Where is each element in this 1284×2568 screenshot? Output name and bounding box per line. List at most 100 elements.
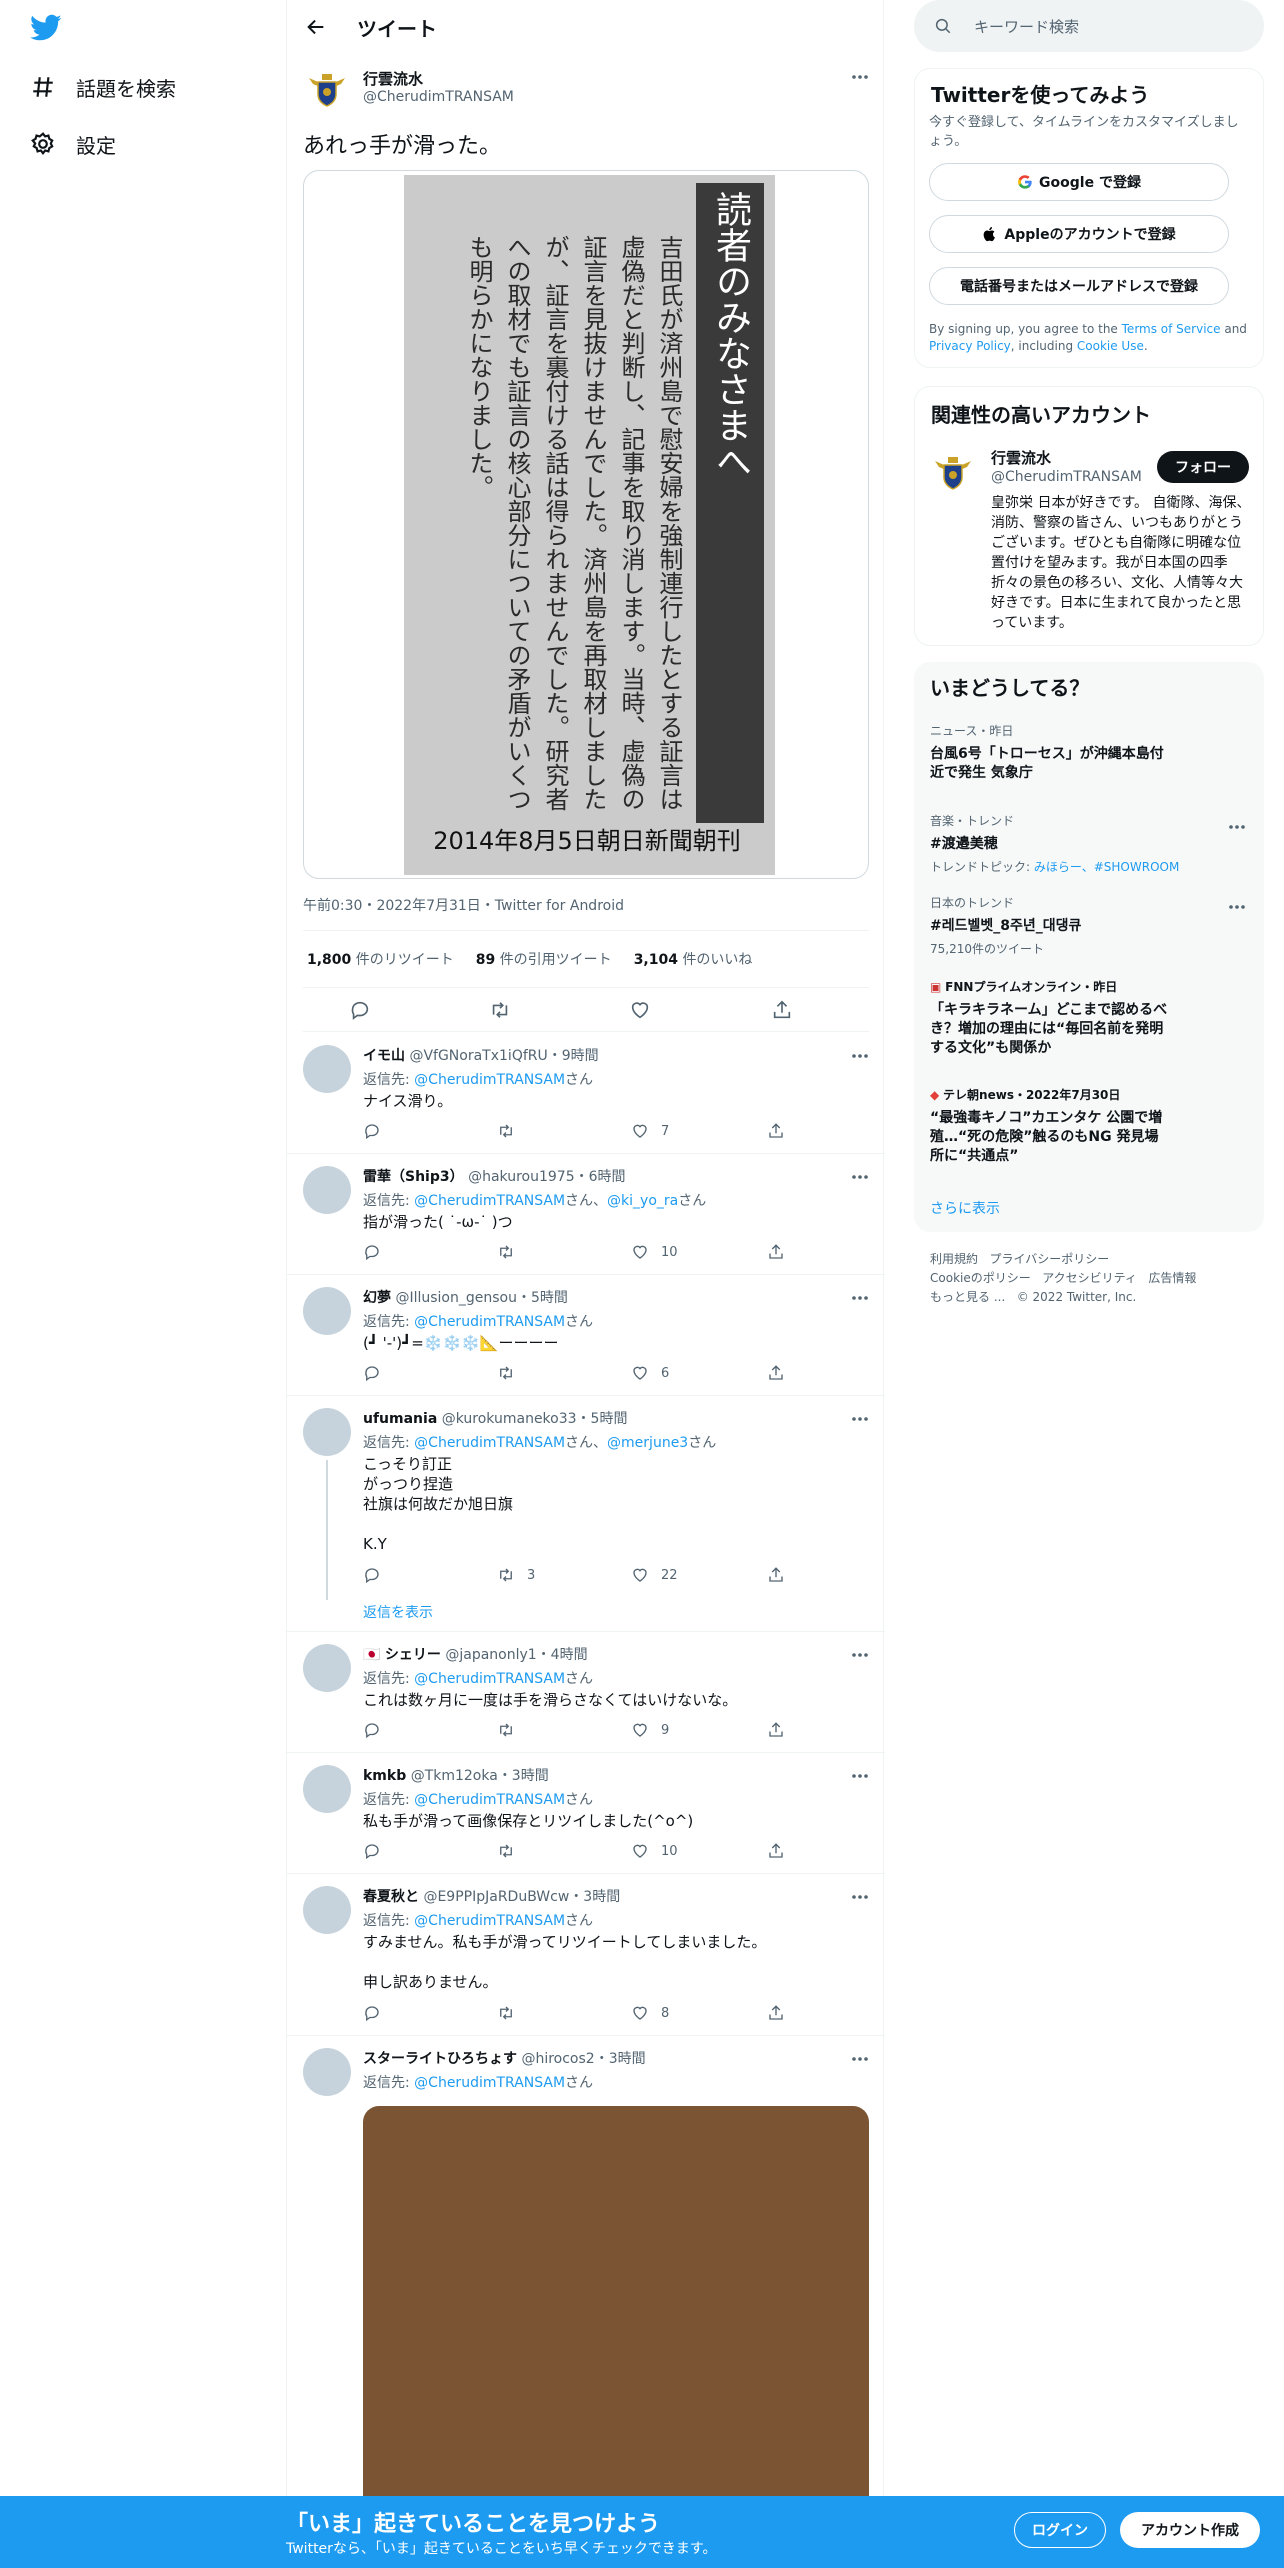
reply-handle[interactable]: @japanonly1 — [445, 1647, 536, 1663]
reply-time[interactable]: ・5時間 — [577, 1411, 628, 1427]
more-icon[interactable] — [851, 1652, 869, 1658]
share-icon[interactable] — [767, 1243, 797, 1261]
more-icon[interactable] — [851, 2056, 869, 2062]
reply-tweet[interactable]: kmkb @Tkm12oka・3時間 返信先: @CherudimTRANSAM… — [287, 1753, 885, 1874]
footer-link[interactable]: 利用規約 — [930, 1252, 978, 1266]
reply-avatar[interactable] — [303, 1045, 351, 1093]
share-icon[interactable] — [767, 1721, 797, 1739]
apple-signup-button[interactable]: Appleのアカウントで登録 — [929, 215, 1229, 253]
retweet-icon[interactable] — [497, 1243, 527, 1261]
reply-to-link[interactable]: @CherudimTRANSAM — [414, 1435, 565, 1451]
reply-icon[interactable] — [363, 1721, 393, 1739]
reply-tweet[interactable]: ufumania @kurokumaneko33・5時間 返信先: @Cheru… — [287, 1396, 885, 1632]
retweet-button[interactable]: 3 — [497, 1566, 535, 1584]
reply-name[interactable]: 春夏秋と — [363, 1889, 419, 1905]
like-button[interactable]: 6 — [631, 1364, 669, 1382]
trend-item[interactable]: ▣ FNNプライムオンライン・昨日 「キラキラネーム」どこまで認めるべき？増加の… — [930, 978, 1250, 1058]
footer-link[interactable]: プライバシーポリシー — [989, 1252, 1109, 1266]
back-arrow-icon[interactable] — [305, 16, 327, 38]
reply-to-link[interactable]: @CherudimTRANSAM — [414, 2075, 565, 2091]
more-icon[interactable] — [851, 1894, 869, 1900]
reply-tweet[interactable]: 🇯🇵 シェリー @japanonly1・4時間 返信先: @CherudimTR… — [287, 1632, 885, 1753]
reply-time[interactable]: ・4時間 — [537, 1647, 588, 1663]
reply-time[interactable]: ・9時間 — [548, 1048, 599, 1064]
retweet-icon[interactable] — [497, 1122, 527, 1140]
retweet-icon[interactable] — [497, 2004, 527, 2022]
footer-link[interactable]: 広告情報 — [1148, 1271, 1196, 1285]
reply-tweet[interactable]: スターライトひろちょす @hirocos2・3時間 返信先: @Cherudim… — [287, 2036, 885, 2568]
reply-avatar[interactable] — [303, 1886, 351, 1934]
reply-name[interactable]: シェリー — [385, 1647, 441, 1663]
tweet-timestamp[interactable]: 午前0:30・2022年7月31日・Twitter for Android — [303, 895, 624, 915]
reply-tweet[interactable]: 幻夢 @Illusion_gensou・5時間 返信先: @CherudimTR… — [287, 1275, 885, 1396]
reply-to-link[interactable]: @CherudimTRANSAM — [414, 1072, 565, 1088]
reply-avatar[interactable] — [303, 1765, 351, 1813]
reply-handle[interactable]: @Tkm12oka — [411, 1768, 498, 1784]
like-count-link[interactable]: 3,104 件のいいね — [634, 949, 753, 969]
reply-to-link[interactable]: @CherudimTRANSAM — [414, 1314, 565, 1330]
more-icon[interactable] — [1228, 904, 1246, 910]
follow-button[interactable]: フォロー — [1157, 451, 1249, 483]
reply-avatar[interactable] — [303, 2048, 351, 2096]
more-icon[interactable] — [851, 1416, 869, 1422]
trend-item[interactable]: 日本のトレンド #레드벨벳_8주년_대댕큐 75,210件のツイート — [930, 894, 1250, 957]
reply-to-link-2[interactable]: @ki_yo_ra — [607, 1193, 678, 1209]
show-more-link[interactable]: さらに表示 — [930, 1198, 1000, 1218]
retweet-icon[interactable] — [489, 999, 511, 1021]
more-icon[interactable] — [851, 1174, 869, 1180]
terms-of-service-link[interactable]: Terms of Service — [1122, 322, 1221, 336]
author-name[interactable]: 行雲流水 — [363, 68, 423, 89]
retweet-count-link[interactable]: 1,800 件のリツイート — [307, 949, 454, 969]
reply-icon[interactable] — [363, 1243, 393, 1261]
share-icon[interactable] — [771, 999, 793, 1021]
reply-avatar[interactable] — [303, 1287, 351, 1335]
like-button[interactable]: 8 — [631, 2004, 669, 2022]
reply-handle[interactable]: @hirocos2 — [521, 2051, 594, 2067]
reply-icon[interactable] — [363, 2004, 393, 2022]
reply-icon[interactable] — [363, 1122, 393, 1140]
reply-name[interactable]: イモ山 — [363, 1048, 405, 1064]
nav-settings[interactable]: 設定 — [30, 124, 116, 164]
reply-tweet[interactable]: 雷華（Ship3） @hakurou1975・6時間 返信先: @Cherudi… — [287, 1154, 885, 1275]
reply-time[interactable]: ・3時間 — [595, 2051, 646, 2067]
privacy-policy-link[interactable]: Privacy Policy — [929, 339, 1011, 353]
reply-to-link-2[interactable]: @merjune3 — [607, 1435, 688, 1451]
signup-button[interactable]: アカウント作成 — [1120, 2512, 1260, 2548]
reply-time[interactable]: ・3時間 — [569, 1889, 620, 1905]
search-box[interactable]: キーワード検索 — [914, 0, 1264, 52]
share-icon[interactable] — [767, 1842, 797, 1860]
reply-avatar[interactable] — [303, 1644, 351, 1692]
reply-name[interactable]: kmkb — [363, 1768, 406, 1784]
like-button[interactable]: 10 — [631, 1842, 678, 1860]
share-icon[interactable] — [767, 1566, 797, 1584]
reply-avatar[interactable] — [303, 1408, 351, 1456]
reply-tweet[interactable]: イモ山 @VfGNoraTx1iQfRU・9時間 返信先: @CherudimT… — [287, 1033, 885, 1154]
reply-name[interactable]: 幻夢 — [363, 1290, 391, 1306]
author-handle[interactable]: @CherudimTRANSAM — [363, 89, 514, 105]
more-icon[interactable] — [1228, 824, 1246, 830]
related-avatar[interactable] — [929, 447, 977, 495]
more-icon[interactable] — [851, 1295, 869, 1301]
reply-icon[interactable] — [363, 1842, 393, 1860]
footer-more-link[interactable]: もっと見る ... — [930, 1290, 1005, 1304]
reply-time[interactable]: ・6時間 — [575, 1169, 626, 1185]
reply-to-link[interactable]: @CherudimTRANSAM — [414, 1913, 565, 1929]
reply-handle[interactable]: @kurokumaneko33 — [442, 1411, 577, 1427]
reply-name[interactable]: スターライトひろちょす — [363, 2051, 517, 2067]
quote-count-link[interactable]: 89 件の引用ツイート — [476, 949, 612, 969]
reply-to-link[interactable]: @CherudimTRANSAM — [414, 1792, 565, 1808]
reply-to-link[interactable]: @CherudimTRANSAM — [414, 1671, 565, 1687]
reply-name[interactable]: ufumania — [363, 1411, 437, 1427]
more-icon[interactable] — [851, 1773, 869, 1779]
reply-name[interactable]: 雷華（Ship3） — [363, 1169, 464, 1185]
more-icon[interactable] — [851, 1053, 869, 1059]
more-icon[interactable] — [851, 74, 869, 80]
related-handle[interactable]: @CherudimTRANSAM — [991, 469, 1142, 485]
author-avatar[interactable] — [303, 64, 351, 112]
cookie-use-link[interactable]: Cookie Use — [1077, 339, 1144, 353]
reply-tweet[interactable]: 春夏秋と @E9PPIpJaRDuBWcw・3時間 返信先: @Cherudim… — [287, 1874, 885, 2036]
reply-icon[interactable] — [349, 999, 371, 1021]
google-signup-button[interactable]: Google で登録 — [929, 163, 1229, 201]
reply-to-link[interactable]: @CherudimTRANSAM — [414, 1193, 565, 1209]
reply-time[interactable]: ・5時間 — [517, 1290, 568, 1306]
